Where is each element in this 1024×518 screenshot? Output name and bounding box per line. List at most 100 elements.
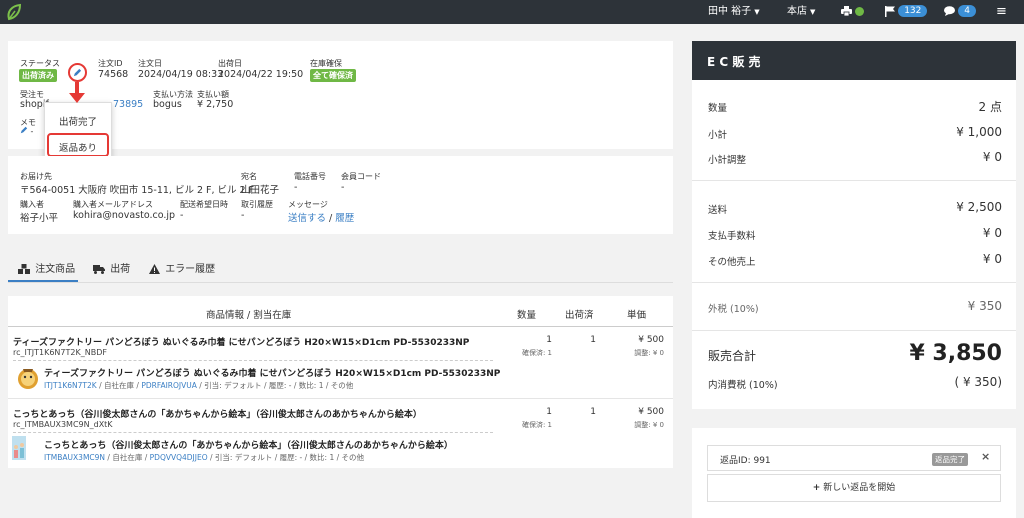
tab-order-items[interactable]: 注文商品 xyxy=(18,260,75,275)
product-code-link[interactable]: PDRFAIROJVUA xyxy=(141,381,197,390)
inventory-code-link[interactable]: ITMBAUX3MC9N xyxy=(44,453,105,462)
payment-fee-label: 支払手数料 xyxy=(708,231,756,242)
store-name: 本店 xyxy=(787,6,807,17)
menu-item-shipped[interactable]: 出荷完了 xyxy=(59,114,97,128)
tax-inclusive-label: 内消費税 (10%) xyxy=(708,380,778,391)
history-label: 取引履歴 xyxy=(241,200,273,209)
hamburger-menu-icon[interactable]: ≡ xyxy=(996,0,1007,24)
summary-title: E C 販 売 xyxy=(707,55,761,69)
tax-inclusive-value: ( ¥ 350) xyxy=(954,375,1002,389)
pencil-icon xyxy=(73,68,82,77)
tax-exclusive-label: 外税 (10%) xyxy=(708,304,759,315)
message-send-link[interactable]: 送信する xyxy=(288,213,326,224)
shipping-fee-value: ¥ 2,500 xyxy=(956,200,1002,214)
allocation-title: こっちとあっち（谷川俊太郎さんの「あかちゃんから絵本」（谷川俊太郎さんのあかちゃ… xyxy=(44,441,453,451)
allocation-details: / 引当: デフォルト / 履歴: - / 数比: 1 / その他 xyxy=(199,381,354,390)
quantity-reserved: 確保済: 1 xyxy=(521,421,552,429)
allocation-info: ITJT1K6N7T2K / 自社在庫 / PDRFAIROJVUA / 引当:… xyxy=(44,380,353,391)
addressee-label: 宛名 xyxy=(241,172,257,181)
stock-badge: 全て確保済 xyxy=(310,69,356,82)
column-header-unit-price: 単価 xyxy=(627,310,647,321)
allocation-info: ITMBAUX3MC9N / 自社在庫 / PDQVVQ4DJJEO / 引当:… xyxy=(44,452,364,463)
arrow-down-annotation-icon xyxy=(69,82,85,103)
allocation-title: ティーズファクトリー パンどろぼう ぬいぐるみ巾着 にせパンどろぼう H20×W… xyxy=(44,369,501,379)
store-menu[interactable]: 本店 ▼ xyxy=(787,0,815,24)
payment-amount: ¥ 2,750 xyxy=(197,99,234,110)
product-thumbnail-bread-thief xyxy=(18,369,38,389)
return-status-badge: 返品完了 xyxy=(932,453,968,466)
phone-label: 電話番号 xyxy=(294,172,326,181)
subtotal-adjust-value: ¥ 0 xyxy=(982,150,1002,164)
email: kohira@novasto.co.jp xyxy=(73,210,176,221)
message-label: メッセージ xyxy=(288,200,328,209)
quantity-reserved: 確保済: 1 xyxy=(521,349,552,357)
subtotal-value: ¥ 1,000 xyxy=(956,125,1002,139)
tab-shipments-label: 出荷 xyxy=(110,264,131,275)
inventory-code-link[interactable]: ITJT1K6N7T2K xyxy=(44,381,97,390)
top-navigation-bar: 田中 裕子 ▼ 本店 ▼ 132 4 ≡ xyxy=(0,0,1024,24)
leaf-logo-icon[interactable] xyxy=(6,3,22,21)
plus-icon: + xyxy=(812,483,821,493)
price-adjustment: 調整: ¥ 0 xyxy=(634,349,664,357)
other-sales-label: その他売上 xyxy=(708,257,756,268)
order-date: 2024/04/19 08:33 xyxy=(138,69,224,80)
return-id: 返品ID: 991 xyxy=(720,456,771,466)
allocation-warehouse: / 自社在庫 / xyxy=(99,381,139,390)
email-label: 購入者メールアドレス xyxy=(73,200,153,209)
tab-error-history[interactable]: エラー履歴 xyxy=(149,260,215,275)
returns-card xyxy=(692,428,1016,518)
user-menu[interactable]: 田中 裕子 ▼ xyxy=(708,0,760,24)
menu-item-returned-label: 返品あり xyxy=(59,143,98,154)
status-badge: 出荷済み xyxy=(19,69,57,82)
delivery-label: 配送希望日時 xyxy=(180,200,228,209)
subtotal-label: 小計 xyxy=(708,130,728,141)
messages-count-badge: 4 xyxy=(958,5,976,17)
chevron-down-icon: ▼ xyxy=(754,8,760,16)
messages-button[interactable]: 4 xyxy=(944,0,976,24)
tab-error-history-label: エラー履歴 xyxy=(165,264,216,275)
memo-edit[interactable]: - xyxy=(20,126,33,136)
pencil-icon xyxy=(20,126,28,134)
tax-exclusive-value: ¥ 350 xyxy=(967,299,1002,313)
message-history-link[interactable]: 履歴 xyxy=(335,213,354,224)
product-sku: rc_ITMBAUX3MC9N_dXtK xyxy=(13,420,113,429)
status-dropdown-menu: 出荷完了 返品あり xyxy=(44,102,112,160)
ship-date: 2024/04/22 19:50 xyxy=(218,69,304,80)
qty-label: 数量 xyxy=(708,103,728,114)
ship-date-label: 出荷日 xyxy=(218,59,242,68)
qty-value: 2 点 xyxy=(978,100,1002,114)
product-title[interactable]: こっちとあっち（谷川俊太郎さんの「あかちゃんから絵本」（谷川俊太郎さんのあかちゃ… xyxy=(13,407,422,420)
notifications-button[interactable]: 132 xyxy=(885,0,928,24)
shipping-fee-label: 送料 xyxy=(708,205,728,216)
tab-shipments[interactable]: 出荷 xyxy=(93,260,130,275)
new-return-label: 新しい返品を開始 xyxy=(823,483,896,493)
cubes-icon xyxy=(18,264,30,274)
status-edit-button[interactable] xyxy=(68,63,87,82)
notifications-count-badge: 132 xyxy=(898,5,928,17)
buyer-label: 購入者 xyxy=(20,200,44,209)
warning-icon xyxy=(149,264,160,274)
truck-icon xyxy=(93,264,105,274)
flag-icon xyxy=(885,5,895,17)
return-entry[interactable]: 返品ID: 991 返品完了 × xyxy=(707,445,1001,471)
allocation-details: / 引当: デフォルト / 履歴: - / 数比: 1 / その他 xyxy=(210,453,365,462)
product-title[interactable]: ティーズファクトリー パンどろぼう ぬいぐるみ巾着 にせパンどろぼう H20×W… xyxy=(13,335,469,348)
close-icon[interactable]: × xyxy=(981,450,990,463)
product-code-link[interactable]: PDQVVQ4DJJEO xyxy=(150,453,208,462)
menu-item-returned[interactable]: 返品あり xyxy=(47,133,109,157)
buyer: 裕子小平 xyxy=(20,213,59,224)
delivery: - xyxy=(180,210,184,221)
status-dot xyxy=(855,6,865,16)
printer-status[interactable] xyxy=(841,0,865,24)
address: 〒564-0051 大阪府 吹田市 15-11, ビル 2 F, ビル 2 F xyxy=(20,185,255,196)
new-return-button[interactable]: + 新しい返品を開始 xyxy=(707,474,1001,502)
payment-method: bogus xyxy=(153,99,182,110)
message-separator: / xyxy=(329,213,333,224)
user-name: 田中 裕子 xyxy=(708,6,752,17)
chevron-down-icon: ▼ xyxy=(810,8,816,16)
addressee: 山田花子 xyxy=(241,185,280,196)
column-header-product: 商品情報 / 割当在庫 xyxy=(206,310,292,321)
member: - xyxy=(341,182,345,193)
order-number-link[interactable]: 73895 xyxy=(113,99,143,110)
address-label: お届け先 xyxy=(20,172,52,181)
